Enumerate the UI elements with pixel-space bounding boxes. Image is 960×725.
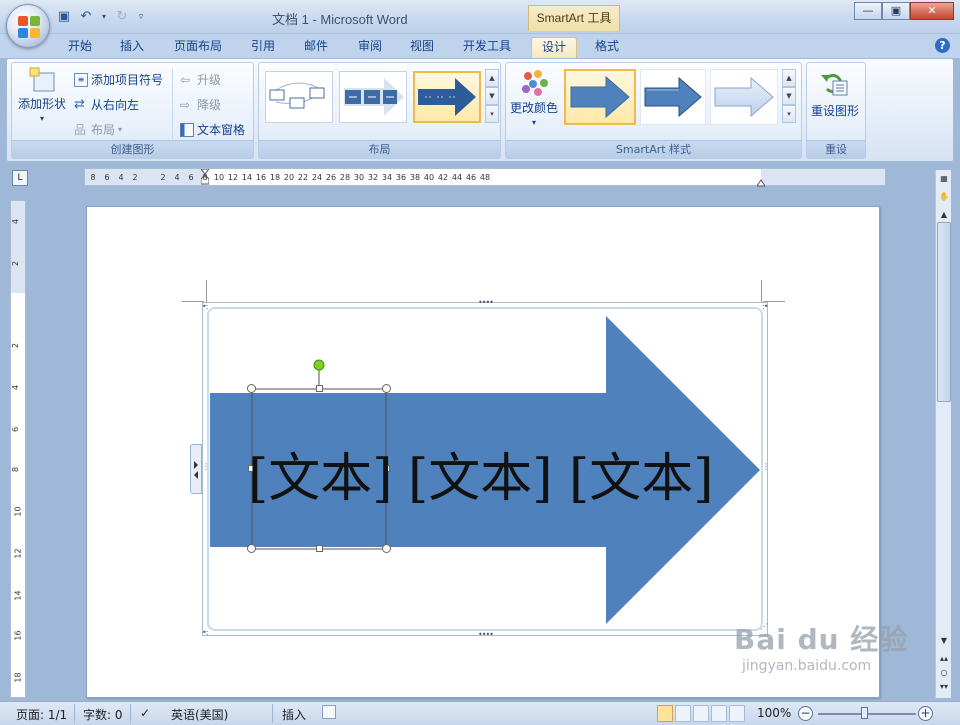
zoom-out-icon[interactable]: −	[798, 706, 813, 721]
vertical-scrollbar[interactable]: ▦ ✋ ▲ ▼ ▴▴ ○ ▾▾	[935, 170, 951, 698]
resize-handle-ne[interactable]	[382, 384, 391, 393]
office-button[interactable]	[6, 4, 50, 48]
watermark-url: jingyan.baidu.com	[742, 658, 872, 674]
status-separator	[272, 704, 273, 723]
language-indicator[interactable]: 英语(美国)	[171, 706, 228, 723]
full-screen-reading-icon[interactable]	[675, 705, 691, 722]
zoom-slider-thumb[interactable]	[861, 707, 868, 719]
watermark-brand: Bai du 经验	[734, 623, 909, 656]
status-separator	[74, 704, 75, 723]
smartart-text-2[interactable]: [文本]	[408, 436, 553, 511]
macro-record-icon[interactable]	[322, 705, 336, 719]
status-bar: 页面: 1/1 字数: 0 ✓ 英语(美国) 插入 100% − +	[0, 701, 960, 725]
smartart-text-1[interactable]: [文本]	[248, 436, 393, 511]
proofing-icon[interactable]: ✓	[140, 706, 150, 720]
outline-view-icon[interactable]	[711, 705, 727, 722]
smartart-arrow-layer	[210, 316, 760, 624]
zoom-in-icon[interactable]: +	[918, 706, 933, 721]
view-buttons	[657, 705, 745, 722]
insert-mode[interactable]: 插入	[282, 706, 306, 723]
resize-handle-nw[interactable]	[247, 384, 256, 393]
rotation-handle-icon[interactable]	[313, 359, 325, 371]
print-layout-icon[interactable]	[657, 705, 673, 722]
scroll-thumb[interactable]	[937, 222, 951, 402]
scroll-down-icon[interactable]: ▼	[937, 634, 951, 648]
page-count[interactable]: 页面: 1/1	[16, 706, 67, 723]
hand-tool-icon[interactable]: ✋	[937, 190, 951, 204]
next-page-icon[interactable]: ▾▾	[937, 680, 951, 694]
prev-page-icon[interactable]: ▴▴	[937, 652, 951, 666]
baidu-watermark: Bai du 经验 jingyan.baidu.com	[734, 618, 908, 674]
view-ruler-icon[interactable]: ▦	[937, 172, 951, 186]
resize-handle-s[interactable]	[316, 545, 323, 552]
zoom-level[interactable]: 100%	[757, 706, 791, 720]
office-logo-icon	[18, 16, 40, 38]
draft-view-icon[interactable]	[729, 705, 745, 722]
resize-handle-se[interactable]	[382, 544, 391, 553]
select-browse-object-icon[interactable]: ○	[937, 666, 951, 680]
word-count[interactable]: 字数: 0	[83, 706, 123, 723]
status-separator	[130, 704, 131, 723]
resize-handle-sw[interactable]	[247, 544, 256, 553]
resize-handle-n[interactable]	[316, 385, 323, 392]
scroll-up-icon[interactable]: ▲	[937, 208, 951, 222]
smartart-text-3[interactable]: [文本]	[569, 436, 714, 511]
web-layout-icon[interactable]	[693, 705, 709, 722]
